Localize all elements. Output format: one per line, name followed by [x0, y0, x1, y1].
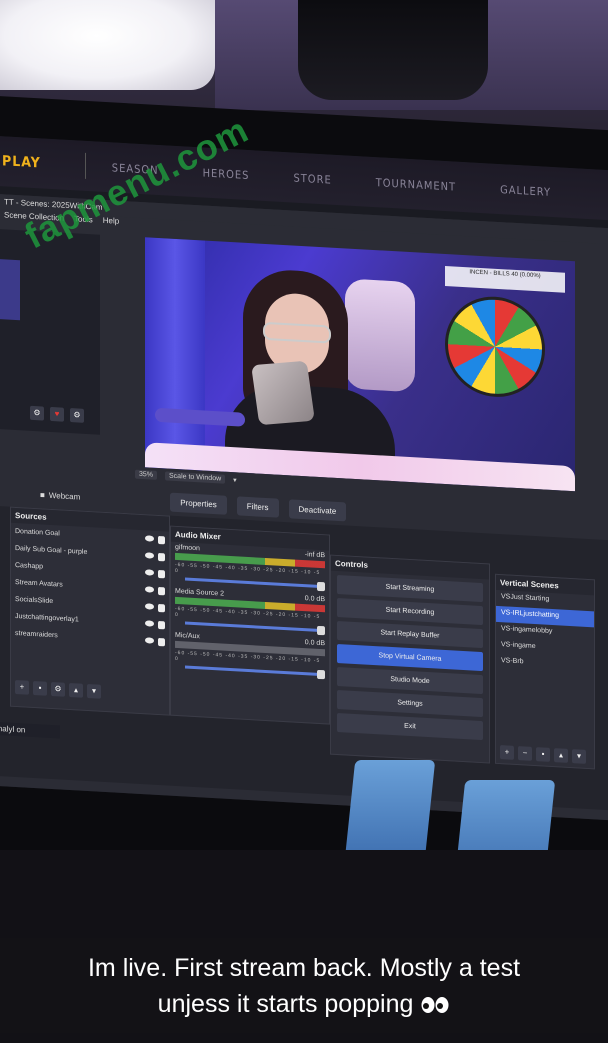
game-tab-tournament[interactable]: TOURNAMENT [376, 176, 456, 193]
heart-icon[interactable]: ♥ [50, 406, 64, 422]
source-label: SocialsSlide [15, 595, 54, 606]
channel-name: gifmoon [175, 543, 200, 553]
zoom-level[interactable]: 35% [135, 469, 158, 480]
mixer-channel: Mic/Aux 0.0 dB -60 -55 -50 -45 -40 -35 -3… [171, 630, 329, 683]
eye-icon[interactable] [145, 534, 154, 542]
settings-button[interactable]: Settings [337, 689, 483, 718]
scenes-mini-preview: ⚙ ♥ ⚙ [0, 228, 100, 435]
lock-icon[interactable] [158, 552, 165, 561]
eye-icon[interactable] [145, 551, 154, 559]
lock-icon[interactable] [158, 637, 165, 646]
channel-name: Mic/Aux [175, 631, 200, 641]
chevron-up-icon[interactable]: ▴ [554, 748, 568, 763]
obs-dock: Sources Donation Goal Daily Sub Goal - p… [0, 505, 608, 811]
channel-level: 0.0 dB [304, 639, 325, 648]
ring-light [0, 0, 215, 90]
filter-icon[interactable]: ▪ [536, 747, 550, 762]
channel-level: -inf dB [304, 551, 325, 560]
chevron-down-icon[interactable]: ▾ [87, 683, 101, 699]
game-tab-gallery[interactable]: GALLERY [500, 183, 551, 199]
webcam-device [298, 0, 488, 100]
controls-panel: Controls Start Streaming Start Recording… [330, 554, 490, 764]
lock-icon[interactable] [158, 586, 165, 595]
background-figure [344, 760, 436, 860]
remove-icon[interactable]: − [518, 746, 532, 761]
gaming-chair [345, 278, 415, 393]
properties-button[interactable]: Properties [170, 492, 227, 515]
eye-icon[interactable] [145, 636, 154, 644]
caption-line-1: Im live. First stream back. Mostly a tes… [87, 954, 521, 982]
caption-line-2: unjess it starts popping [157, 990, 414, 1018]
blue-curtain [145, 237, 205, 471]
scene-toolbar: ⚙ ♥ ⚙ [30, 405, 84, 423]
add-icon[interactable]: + [15, 679, 29, 695]
start-streaming-button[interactable]: Start Streaming [337, 574, 483, 603]
eye-icon[interactable] [145, 619, 154, 627]
stop-virtual-camera-button[interactable]: Stop Virtual Camera [337, 643, 483, 672]
channel-level: 0.0 dB [304, 595, 325, 604]
gear-icon[interactable]: ⚙ [51, 681, 65, 697]
lock-icon[interactable] [158, 535, 165, 544]
glasses [263, 321, 331, 344]
trash-icon[interactable]: ▪ [33, 680, 47, 696]
phone [251, 360, 315, 426]
program-preview[interactable]: INCEN - BILLS 40 (0.00%) [145, 237, 575, 492]
photo: PLAY SEASON HEROES STORE TOURNAMENT GALL… [0, 0, 608, 1043]
eye-icon[interactable] [145, 585, 154, 593]
source-label: Donation Goal [15, 527, 60, 538]
source-label: Stream Avatars [15, 578, 63, 589]
vertical-scenes-panel: Vertical Scenes VSJust Starting VS-IRLju… [495, 573, 595, 770]
selected-source-label: Webcam [48, 490, 81, 502]
source-label: Daily Sub Goal - purple [15, 544, 88, 557]
source-label: streamraiders [15, 629, 58, 640]
add-icon[interactable]: + [500, 745, 514, 760]
scene-label[interactable]: normalyl on [0, 721, 60, 739]
source-label: Justchattingoverlay1 [15, 612, 79, 624]
selected-source: ■ Webcam [40, 490, 80, 501]
settings-icon[interactable]: ⚙ [70, 408, 84, 423]
eye-icon[interactable] [145, 568, 154, 576]
screen: PLAY SEASON HEROES STORE TOURNAMENT GALL… [0, 135, 608, 821]
caption-line-2-wrap: unjess it starts popping [0, 986, 608, 1022]
gear-icon[interactable]: ⚙ [30, 405, 44, 421]
sources-panel: Sources Donation Goal Daily Sub Goal - p… [10, 506, 170, 716]
scene-label-2: els [0, 741, 60, 758]
chevron-down-icon[interactable]: ▾ [572, 749, 586, 764]
channel-name: Media Source 2 [175, 587, 225, 598]
game-menu-divider [84, 152, 86, 179]
audio-mixer-panel: Audio Mixer gifmoon -inf dB -60 -55 -50 -… [170, 525, 330, 725]
game-tab-play[interactable]: PLAY [2, 153, 41, 171]
start-replay-buffer-button[interactable]: Start Replay Buffer [337, 620, 483, 649]
deactivate-button[interactable]: Deactivate [288, 498, 347, 521]
chevron-down-icon[interactable]: ▾ [233, 476, 237, 484]
obs-window: TT - Scenes: 2025WithCam Scene Collectio… [0, 193, 608, 821]
studio-mode-button[interactable]: Studio Mode [337, 666, 483, 695]
eyes-emoji-icon [421, 997, 449, 1013]
sources-toolbar: + ▪ ⚙ ▴ ▾ [15, 679, 101, 699]
lock-icon[interactable] [158, 569, 165, 578]
prize-wheel [445, 293, 545, 400]
scenes-toolbar: + − ▪ ▴ ▾ [500, 745, 586, 764]
scale-mode[interactable]: Scale to Window [165, 471, 226, 484]
scene-thumbnail[interactable] [0, 258, 20, 321]
source-label: Cashapp [15, 561, 44, 571]
lock-icon[interactable] [158, 603, 165, 612]
camera-icon: ■ [40, 489, 45, 500]
filters-button[interactable]: Filters [236, 495, 279, 518]
chevron-up-icon[interactable]: ▴ [69, 682, 83, 698]
start-recording-button[interactable]: Start Recording [337, 597, 483, 626]
goal-overlay: INCEN - BILLS 40 (0.00%) [445, 265, 565, 293]
game-tab-store[interactable]: STORE [293, 171, 331, 186]
snap-caption: Im live. First stream back. Mostly a tes… [0, 938, 608, 1033]
exit-button[interactable]: Exit [337, 712, 483, 741]
lock-icon[interactable] [158, 620, 165, 629]
eye-icon[interactable] [145, 602, 154, 610]
preview-status: 35% Scale to Window ▾ [135, 469, 237, 485]
